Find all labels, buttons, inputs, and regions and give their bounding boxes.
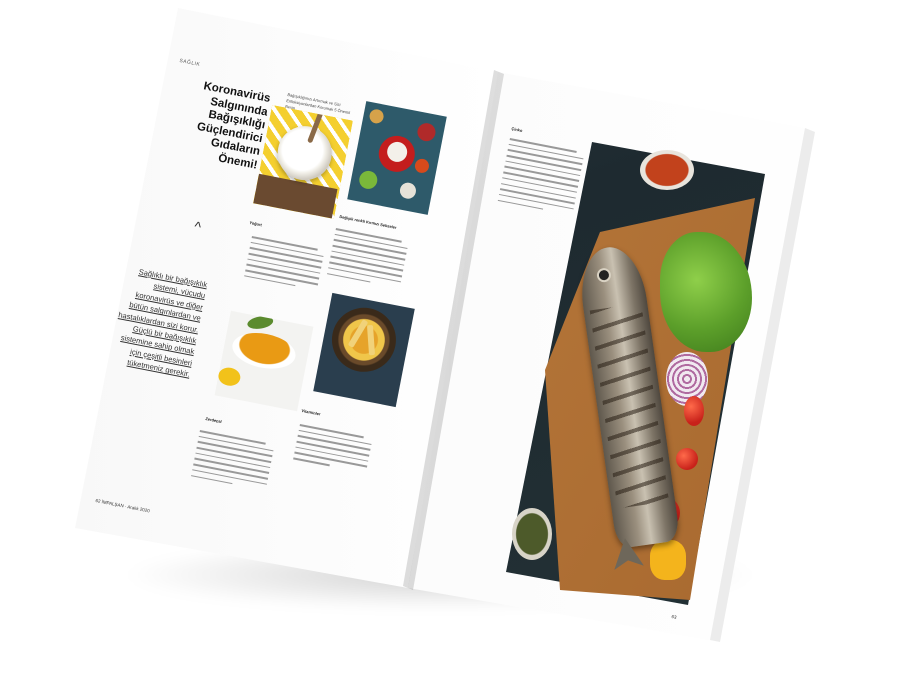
turmeric-photo [214, 310, 314, 412]
herbs [357, 169, 379, 191]
pull-quote: Sağlıklı bir bağışıklık sistemi, vücudu … [98, 262, 208, 380]
lemon [216, 365, 242, 388]
fish-eye [598, 269, 610, 281]
onion [666, 352, 708, 406]
body-text-block [497, 138, 585, 219]
fruit-plate [326, 302, 402, 378]
tomato [684, 396, 704, 426]
spice-bowl [640, 150, 694, 190]
spice-bowl [368, 108, 385, 125]
pepper [415, 121, 438, 143]
yellow-pepper [650, 540, 686, 580]
page-number-right: 63 [671, 614, 677, 620]
chili [413, 157, 431, 175]
magazine-spread: SAĞLIK Koronavirüs Salgınında Bağışıklığ… [0, 0, 900, 675]
herb-bowl [512, 508, 552, 560]
page-title: Koronavirüs Salgınında Bağışıklığı Güçle… [168, 76, 271, 173]
turmeric-bowl [229, 328, 299, 374]
salt-bowl [398, 181, 418, 201]
yogurt-bowl [273, 121, 337, 185]
tomato [676, 448, 698, 470]
